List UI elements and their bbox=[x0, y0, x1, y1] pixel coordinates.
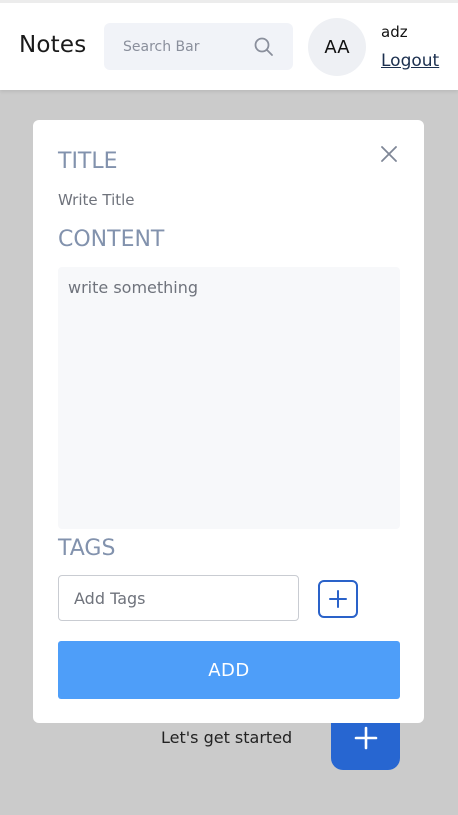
add-note-modal: TITLE Write Title CONTENT write somethin… bbox=[33, 120, 424, 723]
username: adz bbox=[381, 23, 408, 41]
close-icon[interactable] bbox=[380, 145, 398, 163]
app-title: Notes bbox=[19, 32, 87, 58]
add-tag-button[interactable] bbox=[318, 580, 358, 618]
tags-input[interactable]: Add Tags bbox=[58, 575, 299, 621]
plus-icon bbox=[354, 726, 377, 750]
avatar[interactable]: AA bbox=[308, 18, 366, 76]
get-started-text: Let's get started bbox=[161, 728, 293, 747]
logout-link[interactable]: Logout bbox=[381, 51, 439, 71]
navbar: Notes Search Bar AA adz Logout bbox=[0, 3, 458, 90]
tags-label: TAGS bbox=[58, 536, 116, 561]
content-textarea[interactable]: write something bbox=[58, 267, 400, 529]
search-icon[interactable] bbox=[253, 36, 275, 58]
content-label: CONTENT bbox=[58, 227, 165, 252]
title-input[interactable]: Write Title bbox=[58, 191, 135, 209]
search-input[interactable]: Search Bar bbox=[123, 39, 200, 55]
search-bar[interactable]: Search Bar bbox=[104, 23, 293, 70]
add-button[interactable]: ADD bbox=[58, 641, 400, 699]
plus-icon bbox=[329, 590, 347, 608]
title-label: TITLE bbox=[58, 149, 118, 174]
add-note-button[interactable] bbox=[331, 721, 400, 770]
